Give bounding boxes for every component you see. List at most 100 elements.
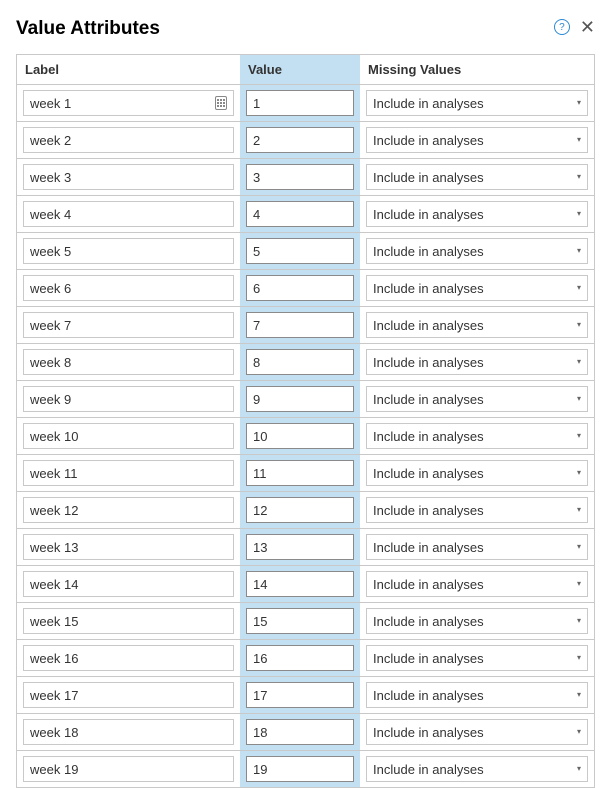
label-text: week 15 [30, 614, 78, 629]
table-row: week 1 Include in analyses▾ [17, 85, 594, 122]
label-input[interactable]: week 17 [23, 682, 234, 708]
label-input[interactable]: week 11 [23, 460, 234, 486]
table-row: week 17 Include in analyses▾ [17, 677, 594, 714]
chevron-down-icon: ▾ [577, 210, 581, 218]
missing-select[interactable]: Include in analyses▾ [366, 682, 588, 708]
label-text: week 5 [30, 244, 71, 259]
value-input[interactable] [246, 682, 354, 708]
label-input[interactable]: week 19 [23, 756, 234, 782]
label-text: week 8 [30, 355, 71, 370]
missing-select[interactable]: Include in analyses▾ [366, 312, 588, 338]
label-input[interactable]: week 9 [23, 386, 234, 412]
table-header: Label Value Missing Values [17, 55, 594, 85]
label-input[interactable]: week 10 [23, 423, 234, 449]
value-input[interactable] [246, 201, 354, 227]
missing-select[interactable]: Include in analyses▾ [366, 571, 588, 597]
value-input[interactable] [246, 349, 354, 375]
value-input[interactable] [246, 645, 354, 671]
cell-label: week 18 [17, 714, 240, 751]
label-input[interactable]: week 2 [23, 127, 234, 153]
value-input[interactable] [246, 90, 354, 116]
cell-missing: Include in analyses▾ [360, 640, 594, 677]
cell-label: week 17 [17, 677, 240, 714]
value-input[interactable] [246, 312, 354, 338]
missing-text: Include in analyses [373, 688, 484, 703]
missing-text: Include in analyses [373, 96, 484, 111]
header-label: Label [17, 55, 240, 85]
cell-missing: Include in analyses▾ [360, 603, 594, 640]
cell-value [240, 233, 360, 270]
label-text: week 16 [30, 651, 78, 666]
value-input[interactable] [246, 127, 354, 153]
label-input[interactable]: week 16 [23, 645, 234, 671]
label-input[interactable]: week 15 [23, 608, 234, 634]
value-input[interactable] [246, 423, 354, 449]
value-input[interactable] [246, 534, 354, 560]
label-input[interactable]: week 5 [23, 238, 234, 264]
table-row: week 12 Include in analyses▾ [17, 492, 594, 529]
label-input[interactable]: week 1 [23, 90, 234, 116]
missing-select[interactable]: Include in analyses▾ [366, 460, 588, 486]
table-row: week 14 Include in analyses▾ [17, 566, 594, 603]
cell-value [240, 381, 360, 418]
value-input[interactable] [246, 238, 354, 264]
label-input[interactable]: week 7 [23, 312, 234, 338]
cell-label: week 1 [17, 85, 240, 122]
missing-select[interactable]: Include in analyses▾ [366, 756, 588, 782]
label-input[interactable]: week 4 [23, 201, 234, 227]
cell-missing: Include in analyses▾ [360, 492, 594, 529]
value-input[interactable] [246, 571, 354, 597]
missing-text: Include in analyses [373, 540, 484, 555]
header-missing: Missing Values [360, 55, 594, 85]
missing-select[interactable]: Include in analyses▾ [366, 645, 588, 671]
cell-label: week 13 [17, 529, 240, 566]
missing-select[interactable]: Include in analyses▾ [366, 608, 588, 634]
help-icon[interactable]: ? [554, 19, 570, 35]
label-input[interactable]: week 13 [23, 534, 234, 560]
keypad-icon[interactable] [215, 96, 227, 110]
cell-missing: Include in analyses▾ [360, 270, 594, 307]
missing-select[interactable]: Include in analyses▾ [366, 127, 588, 153]
value-input[interactable] [246, 756, 354, 782]
missing-select[interactable]: Include in analyses▾ [366, 497, 588, 523]
value-input[interactable] [246, 164, 354, 190]
value-input[interactable] [246, 460, 354, 486]
missing-select[interactable]: Include in analyses▾ [366, 164, 588, 190]
cell-missing: Include in analyses▾ [360, 344, 594, 381]
cell-value [240, 122, 360, 159]
label-text: week 12 [30, 503, 78, 518]
table-row: week 7 Include in analyses▾ [17, 307, 594, 344]
missing-select[interactable]: Include in analyses▾ [366, 238, 588, 264]
chevron-down-icon: ▾ [577, 284, 581, 292]
header-icons: ? ✕ [554, 18, 595, 36]
label-text: week 18 [30, 725, 78, 740]
label-input[interactable]: week 8 [23, 349, 234, 375]
missing-select[interactable]: Include in analyses▾ [366, 201, 588, 227]
chevron-down-icon: ▾ [577, 469, 581, 477]
table-row: week 8 Include in analyses▾ [17, 344, 594, 381]
value-input[interactable] [246, 275, 354, 301]
label-input[interactable]: week 3 [23, 164, 234, 190]
label-input[interactable]: week 18 [23, 719, 234, 745]
label-input[interactable]: week 6 [23, 275, 234, 301]
cell-missing: Include in analyses▾ [360, 751, 594, 788]
missing-select[interactable]: Include in analyses▾ [366, 719, 588, 745]
value-input[interactable] [246, 497, 354, 523]
label-text: week 19 [30, 762, 78, 777]
missing-select[interactable]: Include in analyses▾ [366, 349, 588, 375]
value-input[interactable] [246, 719, 354, 745]
chevron-down-icon: ▾ [577, 654, 581, 662]
missing-select[interactable]: Include in analyses▾ [366, 386, 588, 412]
cell-label: week 5 [17, 233, 240, 270]
missing-select[interactable]: Include in analyses▾ [366, 90, 588, 116]
chevron-down-icon: ▾ [577, 765, 581, 773]
value-input[interactable] [246, 386, 354, 412]
missing-select[interactable]: Include in analyses▾ [366, 534, 588, 560]
label-input[interactable]: week 14 [23, 571, 234, 597]
value-input[interactable] [246, 608, 354, 634]
cell-missing: Include in analyses▾ [360, 233, 594, 270]
missing-select[interactable]: Include in analyses▾ [366, 275, 588, 301]
label-input[interactable]: week 12 [23, 497, 234, 523]
missing-select[interactable]: Include in analyses▾ [366, 423, 588, 449]
close-icon[interactable]: ✕ [580, 18, 595, 36]
